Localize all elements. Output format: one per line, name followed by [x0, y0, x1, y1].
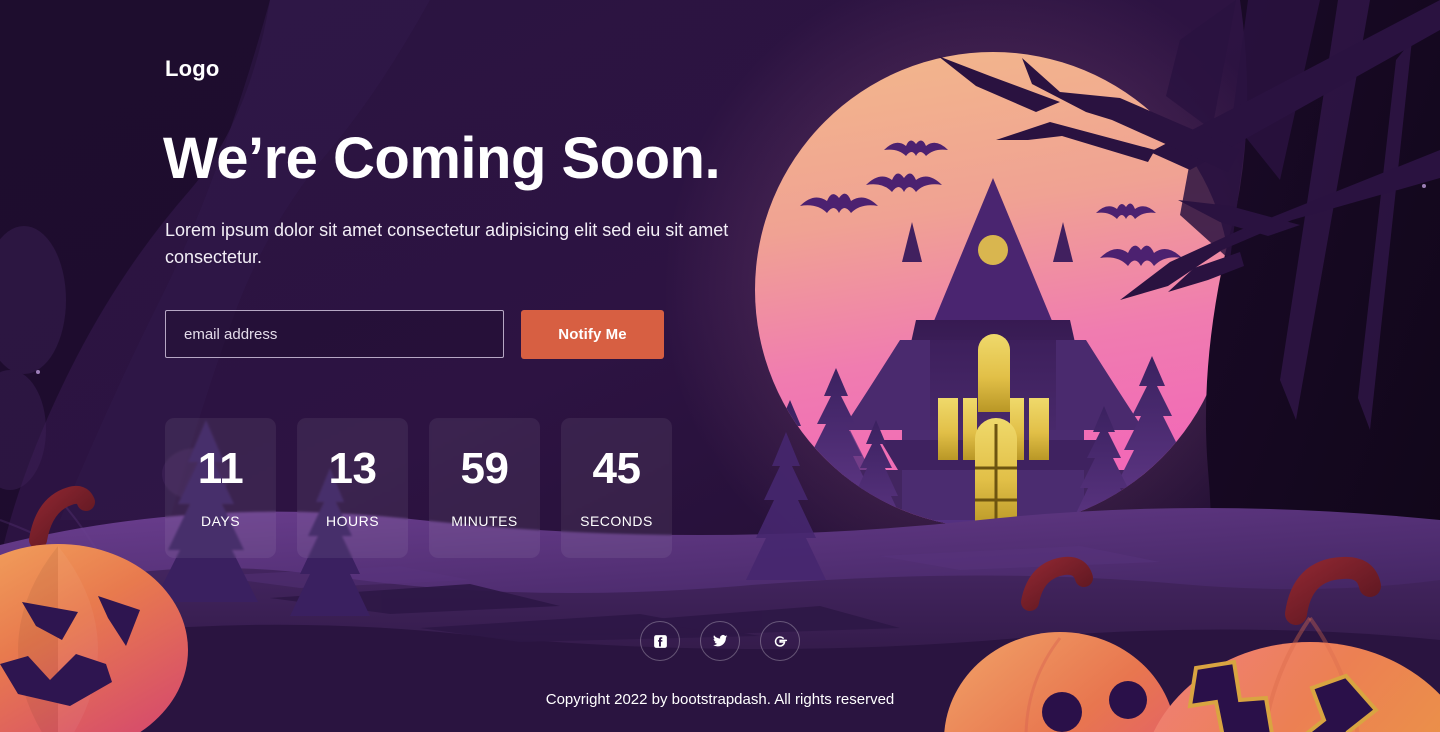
page-content: Logo We’re Coming Soon. Lorem ipsum dolo… — [0, 0, 1440, 732]
coming-soon-page: Logo We’re Coming Soon. Lorem ipsum dolo… — [0, 0, 1440, 732]
email-input[interactable] — [165, 310, 504, 358]
hero-subtext: Lorem ipsum dolor sit amet consectetur a… — [165, 220, 729, 267]
social-link-facebook[interactable] — [640, 621, 680, 661]
countdown-seconds-value: 45 — [592, 444, 641, 493]
countdown-days: 11 DAYS — [165, 418, 276, 558]
countdown-hours: 13 HOURS — [297, 418, 408, 558]
countdown-hours-value: 13 — [328, 444, 377, 493]
countdown-seconds: 45 SECONDS — [561, 418, 672, 558]
countdown-hours-label: HOURS — [325, 513, 380, 529]
google-icon — [771, 632, 789, 650]
social-link-twitter[interactable] — [700, 621, 740, 661]
countdown-seconds-label: SECONDS — [580, 513, 653, 529]
copyright-text: Copyright 2022 by bootstrapdash. All rig… — [545, 691, 895, 708]
page-title: We’re Coming Soon. — [163, 126, 721, 191]
countdown-timer: 11 DAYS 13 HOURS 59 MINUTES 45 SECONDS — [165, 418, 672, 558]
countdown-minutes-value: 59 — [460, 444, 509, 493]
countdown-minutes: 59 MINUTES — [429, 418, 540, 558]
notify-form: Notify Me — [165, 310, 664, 359]
notify-me-button[interactable]: Notify Me — [521, 310, 664, 359]
logo[interactable]: Logo — [165, 56, 220, 82]
social-link-google[interactable] — [760, 621, 800, 661]
countdown-days-value: 11 — [197, 444, 244, 493]
social-links — [0, 621, 1440, 661]
twitter-icon — [711, 632, 729, 650]
countdown-days-label: DAYS — [200, 513, 241, 529]
facebook-icon — [652, 633, 669, 650]
countdown-minutes-label: MINUTES — [451, 513, 518, 529]
